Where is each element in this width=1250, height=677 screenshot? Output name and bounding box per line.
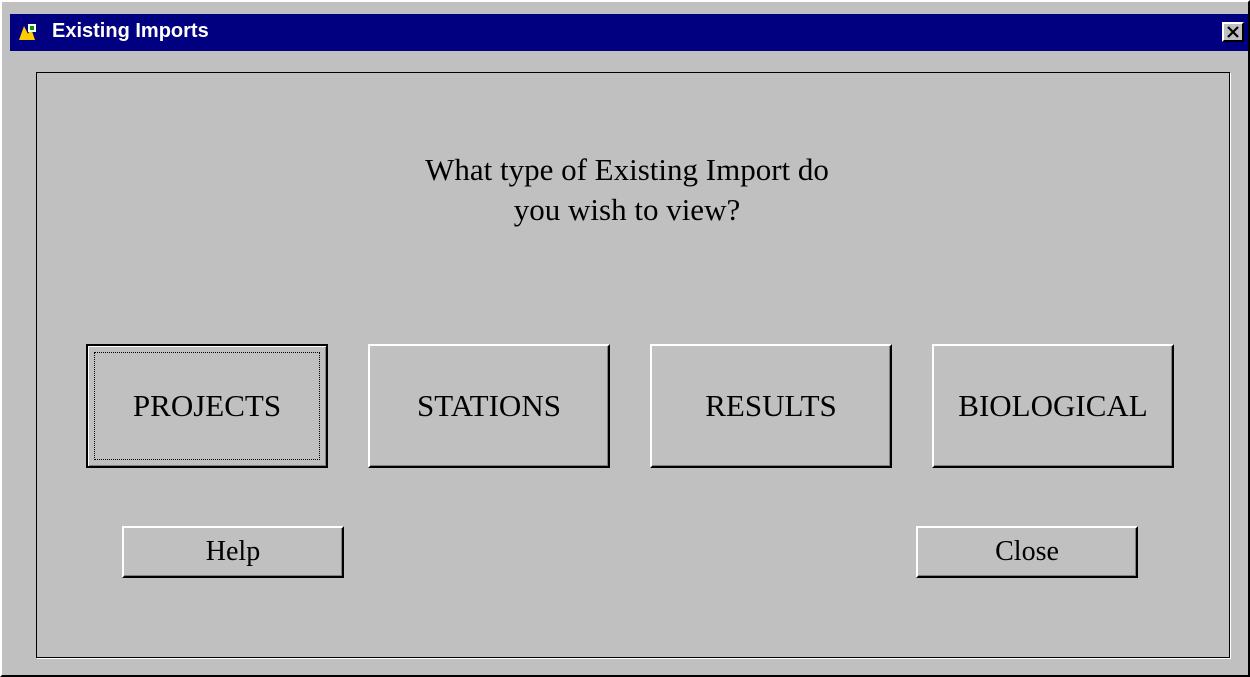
stations-button[interactable]: STATIONS	[368, 344, 610, 468]
prompt-line-1: What type of Existing Import do	[425, 152, 829, 187]
title-bar[interactable]: Existing Imports	[10, 14, 1248, 51]
results-button[interactable]: RESULTS	[650, 344, 892, 468]
results-button-label: RESULTS	[705, 388, 837, 423]
close-window-button[interactable]	[1222, 22, 1244, 42]
biological-button-label: BIOLOGICAL	[958, 388, 1148, 423]
projects-button[interactable]: PROJECTS	[86, 344, 328, 468]
stations-button-label: STATIONS	[417, 388, 561, 423]
app-icon	[16, 22, 38, 44]
window-title: Existing Imports	[52, 20, 209, 42]
prompt-text: What type of Existing Import do you wish…	[2, 150, 1250, 230]
help-button[interactable]: Help	[122, 526, 344, 578]
prompt-line-2: you wish to view?	[513, 192, 741, 227]
dialog-window: Existing Imports What type of Existing I…	[0, 0, 1250, 677]
projects-button-label: PROJECTS	[132, 388, 282, 423]
close-button[interactable]: Close	[916, 526, 1138, 578]
close-icon	[1227, 26, 1239, 38]
close-button-label: Close	[995, 536, 1059, 567]
help-button-label: Help	[205, 536, 261, 567]
biological-button[interactable]: BIOLOGICAL	[932, 344, 1174, 468]
